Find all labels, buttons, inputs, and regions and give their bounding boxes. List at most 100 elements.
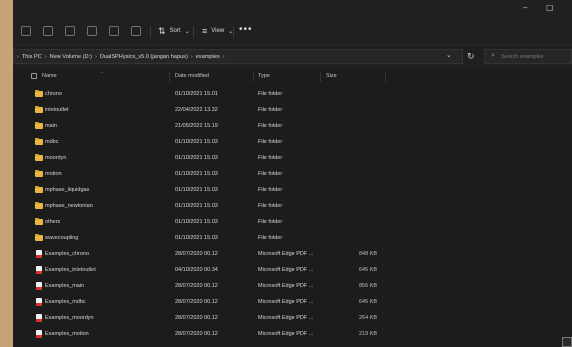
- file-row[interactable]: mphase_newtonian 01/10/2021 15.03 File f…: [13, 198, 572, 214]
- toolbar-divider: [193, 26, 194, 37]
- minimize-button[interactable]: –: [523, 3, 527, 12]
- command-bar: ⇅ Sort ⌄ ≡ View ⌄ •••: [13, 17, 572, 46]
- file-date: 28/07/2020 00.12: [175, 283, 218, 289]
- more-options-button[interactable]: •••: [239, 24, 253, 35]
- file-type: File folder: [258, 139, 283, 145]
- sort-icon: ⇅: [158, 25, 166, 36]
- file-list: chrono 01/10/2021 15.01 File folder inle…: [13, 86, 572, 342]
- pdf-file-icon: [36, 314, 42, 322]
- cut-icon[interactable]: [43, 26, 53, 36]
- file-row[interactable]: Examples_mdbc 28/07/2020 00.12 Microsoft…: [13, 294, 572, 310]
- breadcrumb-new-volume[interactable]: New Volume (D:): [50, 54, 92, 60]
- column-header-size[interactable]: Size: [326, 73, 337, 79]
- pdf-file-icon: [36, 250, 42, 258]
- file-name: Examples_motion: [45, 331, 89, 337]
- folder-icon: [35, 185, 43, 193]
- rename-icon[interactable]: [109, 26, 119, 36]
- file-size: 219 KB: [359, 331, 378, 337]
- file-type: File folder: [258, 219, 283, 225]
- file-name: main: [45, 123, 57, 129]
- file-row[interactable]: wavecoupling 01/10/2021 15.03 File folde…: [13, 230, 572, 246]
- paste-icon[interactable]: [87, 26, 97, 36]
- file-row[interactable]: mphase_liquidgas 01/10/2021 15.03 File f…: [13, 182, 572, 198]
- file-name: wavecoupling: [45, 235, 79, 241]
- file-row[interactable]: main 21/05/2022 15.19 File folder: [13, 118, 572, 134]
- file-name: mphase_liquidgas: [45, 187, 90, 193]
- pdf-file-icon: [36, 330, 42, 338]
- folder-icon: [35, 137, 43, 145]
- column-divider[interactable]: [253, 72, 254, 82]
- file-type: Microsoft Edge PDF ...: [258, 267, 314, 273]
- address-box[interactable]: › This PC › New Volume (D:) › DualSPHysi…: [13, 49, 463, 64]
- file-name: mdbc: [45, 139, 59, 145]
- file-row[interactable]: mdbc 01/10/2021 15.03 File folder: [13, 134, 572, 150]
- pdf-file-icon: [36, 282, 42, 290]
- file-size: 856 KB: [359, 283, 378, 289]
- view-icon: ≡: [202, 26, 208, 36]
- file-date: 28/07/2020 00.12: [175, 299, 218, 305]
- refresh-button[interactable]: ↻: [467, 51, 475, 62]
- pdf-file-icon: [36, 266, 42, 274]
- file-size: 264 KB: [359, 315, 378, 321]
- address-bar: › This PC › New Volume (D:) › DualSPHysi…: [13, 47, 572, 69]
- file-row[interactable]: Examples_chrono 28/07/2020 00.12 Microso…: [13, 246, 572, 262]
- file-type: File folder: [258, 187, 283, 193]
- file-size: 645 KB: [359, 299, 378, 305]
- sort-label: Sort: [169, 28, 181, 34]
- sort-indicator-icon: ^: [101, 70, 103, 75]
- chevron-down-icon: ⌄: [184, 28, 190, 35]
- file-date: 28/07/2020 00.12: [175, 251, 218, 257]
- view-button[interactable]: ≡ View ⌄: [202, 24, 233, 38]
- file-type: File folder: [258, 235, 283, 241]
- breadcrumb-dualsphysics[interactable]: DualSPHysics_v5.0 (jangan hapus): [100, 54, 188, 60]
- file-date: 01/10/2021 15.03: [175, 187, 218, 193]
- toolbar-divider: [233, 26, 234, 37]
- search-box[interactable]: ⌕: [484, 49, 572, 64]
- breadcrumb-this-pc[interactable]: This PC: [22, 54, 42, 60]
- file-type: File folder: [258, 203, 283, 209]
- folder-icon: [35, 201, 43, 209]
- file-date: 01/10/2021 15.03: [175, 171, 218, 177]
- file-row[interactable]: Examples_motion 28/07/2020 00.12 Microso…: [13, 326, 572, 342]
- column-divider[interactable]: [385, 72, 386, 82]
- delete-icon[interactable]: [131, 26, 141, 36]
- file-row[interactable]: Examples_inletoutlet 04/10/2020 00.34 Mi…: [13, 262, 572, 278]
- column-header-date[interactable]: Date modified: [175, 73, 209, 79]
- details-view-toggle-icon[interactable]: [562, 337, 572, 347]
- breadcrumb-examples[interactable]: examples: [196, 54, 220, 60]
- file-date: 01/10/2021 15.03: [175, 139, 218, 145]
- file-type: Microsoft Edge PDF ...: [258, 315, 314, 321]
- file-type: Microsoft Edge PDF ...: [258, 283, 314, 289]
- file-type: Microsoft Edge PDF ...: [258, 251, 314, 257]
- column-divider[interactable]: [169, 72, 170, 82]
- file-date: 22/04/2022 13.32: [175, 107, 218, 113]
- file-date: 01/10/2021 15.03: [175, 155, 218, 161]
- file-name: Examples_inletoutlet: [45, 267, 96, 273]
- file-type: Microsoft Edge PDF ...: [258, 331, 314, 337]
- file-row[interactable]: moordyn 01/10/2021 15.03 File folder: [13, 150, 572, 166]
- file-type: File folder: [258, 123, 283, 129]
- copy-icon[interactable]: [65, 26, 75, 36]
- folder-icon: [35, 169, 43, 177]
- sort-button[interactable]: ⇅ Sort ⌄: [158, 24, 190, 38]
- file-name: motion: [45, 171, 62, 177]
- file-row[interactable]: inletoutlet 22/04/2022 13.32 File folder: [13, 102, 572, 118]
- file-row[interactable]: Examples_moordyn 28/07/2020 00.12 Micros…: [13, 310, 572, 326]
- file-row[interactable]: Examples_main 28/07/2020 00.12 Microsoft…: [13, 278, 572, 294]
- maximize-button[interactable]: ▢: [546, 3, 554, 12]
- file-row[interactable]: others 01/10/2021 15.03 File folder: [13, 214, 572, 230]
- breadcrumb-expand-icon[interactable]: ›: [17, 54, 19, 60]
- new-item-icon[interactable]: [21, 26, 31, 36]
- column-header-name[interactable]: Name: [42, 73, 57, 79]
- search-icon: ⌕: [491, 52, 495, 59]
- file-name: inletoutlet: [45, 107, 69, 113]
- search-input[interactable]: [501, 51, 571, 62]
- file-row[interactable]: motion 01/10/2021 15.03 File folder: [13, 166, 572, 182]
- file-row[interactable]: chrono 01/10/2021 15.01 File folder: [13, 86, 572, 102]
- select-all-checkbox[interactable]: [31, 73, 37, 79]
- column-divider[interactable]: [320, 72, 321, 82]
- address-dropdown-icon[interactable]: ⌄: [446, 51, 452, 59]
- file-name: Examples_chrono: [45, 251, 90, 257]
- file-explorer-window: – ▢ ⇅ Sort ⌄ ≡ View ⌄ ••• › This PC › Ne…: [13, 0, 572, 347]
- column-header-type[interactable]: Type: [258, 73, 270, 79]
